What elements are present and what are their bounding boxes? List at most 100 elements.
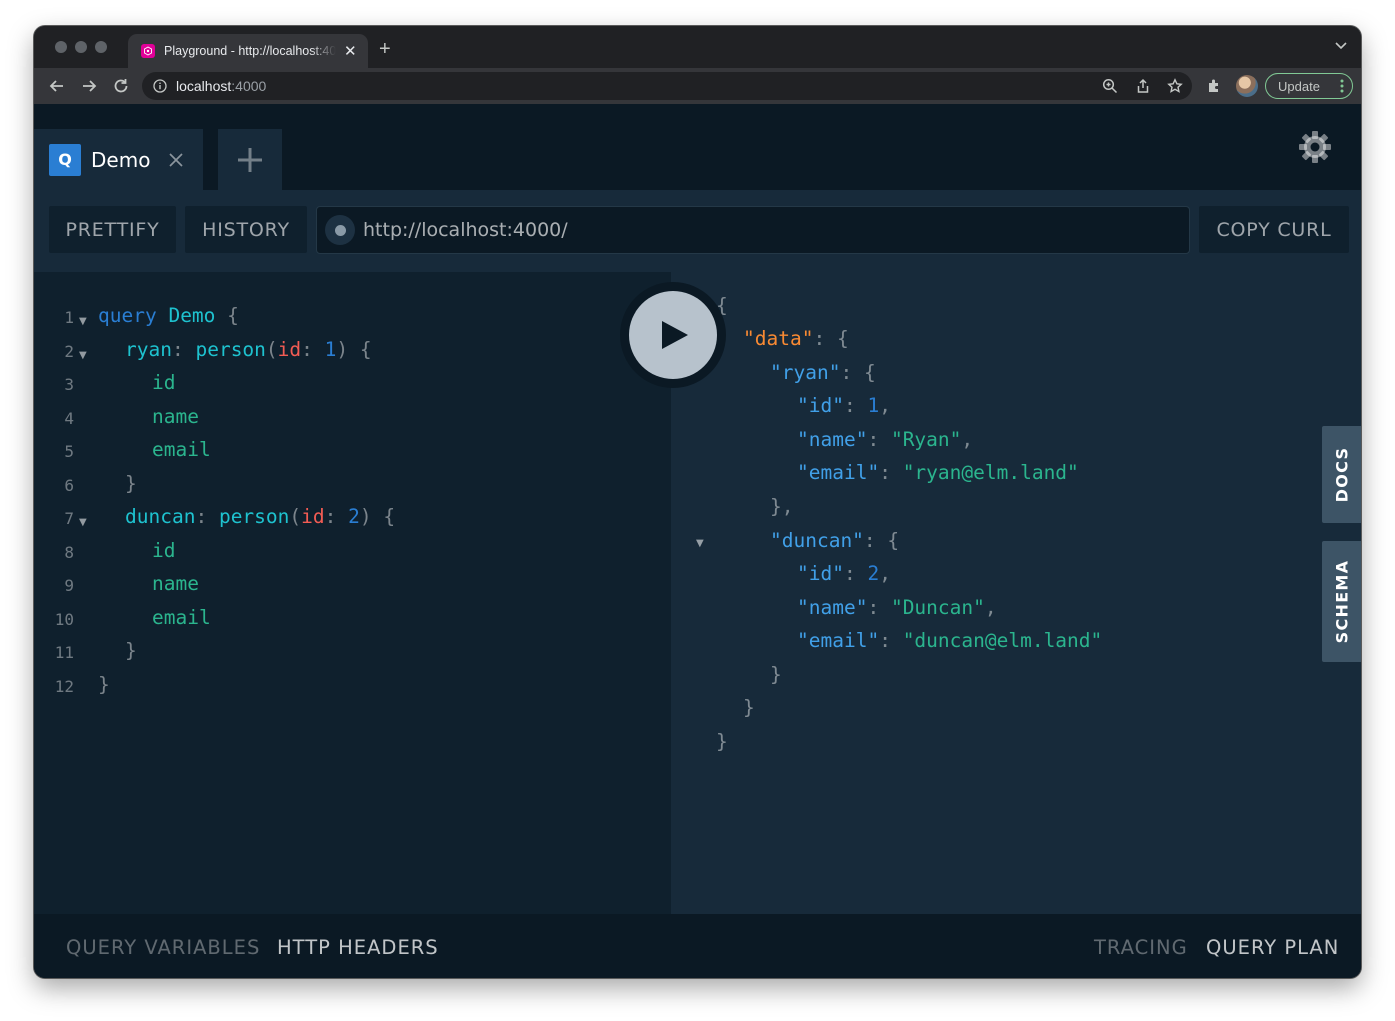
fold-arrow-icon[interactable]: ▼ [79,517,87,528]
zoom-icon[interactable] [1102,78,1118,94]
punct: : [840,361,853,384]
json-key: "data" [743,327,814,350]
result-viewer: ▼ ▼ ▼ ▼ { "data": { "ryan": { "id": 1, "… [671,272,1361,914]
json-key: "id" [797,562,844,585]
schema-label: SCHEMA [1332,559,1352,644]
punct: , [961,428,974,451]
tracing-tab[interactable]: TRACING [1094,936,1188,959]
close-window-dot[interactable] [55,41,67,53]
endpoint-input[interactable]: http://localhost:4000/ [316,206,1190,254]
line-number: 10 [54,610,74,629]
json-line: } [770,663,782,686]
code-line-9: name [152,572,199,595]
update-button[interactable]: Update [1265,73,1353,99]
json-key: "email" [797,629,880,652]
line-number: 8 [64,543,74,562]
profile-avatar[interactable] [1236,75,1258,97]
docs-side-tab[interactable]: DOCS [1322,426,1361,523]
code-line-8: id [152,539,176,562]
line-number: 4 [64,409,74,428]
copy-curl-button[interactable]: COPY CURL [1199,206,1349,253]
query-tab-demo[interactable]: Q Demo [34,129,203,190]
site-info-icon[interactable] [153,79,167,93]
minimize-window-dot[interactable] [75,41,87,53]
reload-icon[interactable] [112,77,130,95]
punct: , [984,596,997,619]
json-line: } [716,730,728,753]
punct: { [359,338,372,361]
browser-tab-strip: Playground - http://localhost:4000 ✕ + [34,26,1361,68]
graphql-playground: Q Demo PRETTIFY HISTORY http://localhost… [34,104,1361,978]
bottom-bar: QUERY VARIABLES HTTP HEADERS TRACING QUE… [34,914,1361,978]
json-key: "ryan" [770,361,841,384]
add-tab-button[interactable] [218,129,282,190]
run-query-button[interactable] [620,282,726,388]
close-tab-icon[interactable] [168,152,184,168]
settings-gear-icon[interactable] [1297,129,1333,165]
json-line: } [743,696,755,719]
argument: id [301,505,325,528]
query-variables-tab[interactable]: QUERY VARIABLES [66,936,260,959]
json-line: "email": "ryan@elm.land" [797,461,1079,484]
http-headers-tab[interactable]: HTTP HEADERS [277,936,439,959]
share-icon[interactable] [1135,78,1151,94]
address-bar[interactable]: localhost:4000 [142,72,1192,100]
play-icon [662,321,688,349]
schema-side-tab[interactable]: SCHEMA [1322,541,1361,662]
json-line: "duncan": { [770,529,899,552]
json-number: 1 [867,394,880,417]
code-line-3: id [152,371,176,394]
punct: : [195,505,208,528]
punct: : [863,529,876,552]
tab-search-chevron-icon[interactable] [1335,42,1347,50]
code-line-6: } [125,472,137,495]
code-line-7: duncan: person(id: 2) { [125,505,395,528]
fold-arrow-icon[interactable]: ▼ [696,538,704,549]
prettify-button[interactable]: PRETTIFY [49,206,176,253]
code-line-10: email [152,606,211,629]
docs-label: DOCS [1332,446,1351,503]
json-line: "id": 2, [797,562,891,585]
punct: ( [289,505,302,528]
connection-status-icon [325,215,355,245]
extensions-puzzle-icon[interactable] [1206,77,1224,95]
line-number: 3 [64,375,74,394]
punct: { [227,304,239,327]
punct: : [301,338,313,361]
menu-dots-icon[interactable] [1340,79,1344,93]
number: 1 [324,338,337,361]
json-line: "name": "Duncan", [797,596,997,619]
graphql-favicon-icon [141,44,155,58]
line-number: 11 [54,643,74,662]
code-line-1: query Demo { [98,304,239,327]
tab-close-icon[interactable]: ✕ [344,43,357,59]
maximize-window-dot[interactable] [95,41,107,53]
punct: : [843,562,856,585]
json-line: "email": "duncan@elm.land" [797,629,1102,652]
back-arrow-icon[interactable] [48,77,66,95]
fold-arrow-icon[interactable]: ▼ [79,350,87,361]
query-tab-name: Demo [91,147,151,172]
history-button[interactable]: HISTORY [185,206,307,253]
punct: : [867,428,880,451]
query-plan-tab[interactable]: QUERY PLAN [1206,936,1339,959]
punct: { [836,327,849,350]
fold-arrow-icon[interactable]: ▼ [79,316,87,327]
json-string: "Duncan" [890,596,985,619]
bookmark-star-icon[interactable] [1167,78,1183,94]
new-tab-plus-icon[interactable]: + [379,39,391,59]
code-line-12: } [98,673,110,696]
browser-tab-playground[interactable]: Playground - http://localhost:4000 ✕ [128,34,368,68]
punct: : [867,596,880,619]
alias: ryan [125,338,172,361]
punct: , [879,562,891,585]
line-number: 1 [64,308,74,327]
json-line: "data": { [743,327,849,350]
line-number: 6 [64,476,74,495]
endpoint-url: http://localhost:4000/ [363,219,568,241]
json-line: }, [770,495,794,518]
argument: id [277,338,302,361]
forward-arrow-icon[interactable] [80,77,98,95]
query-editor[interactable]: 1 2 3 4 5 6 7 8 9 10 11 12 ▼ ▼ ▼ query D… [34,272,671,914]
keyword: query [98,304,157,327]
